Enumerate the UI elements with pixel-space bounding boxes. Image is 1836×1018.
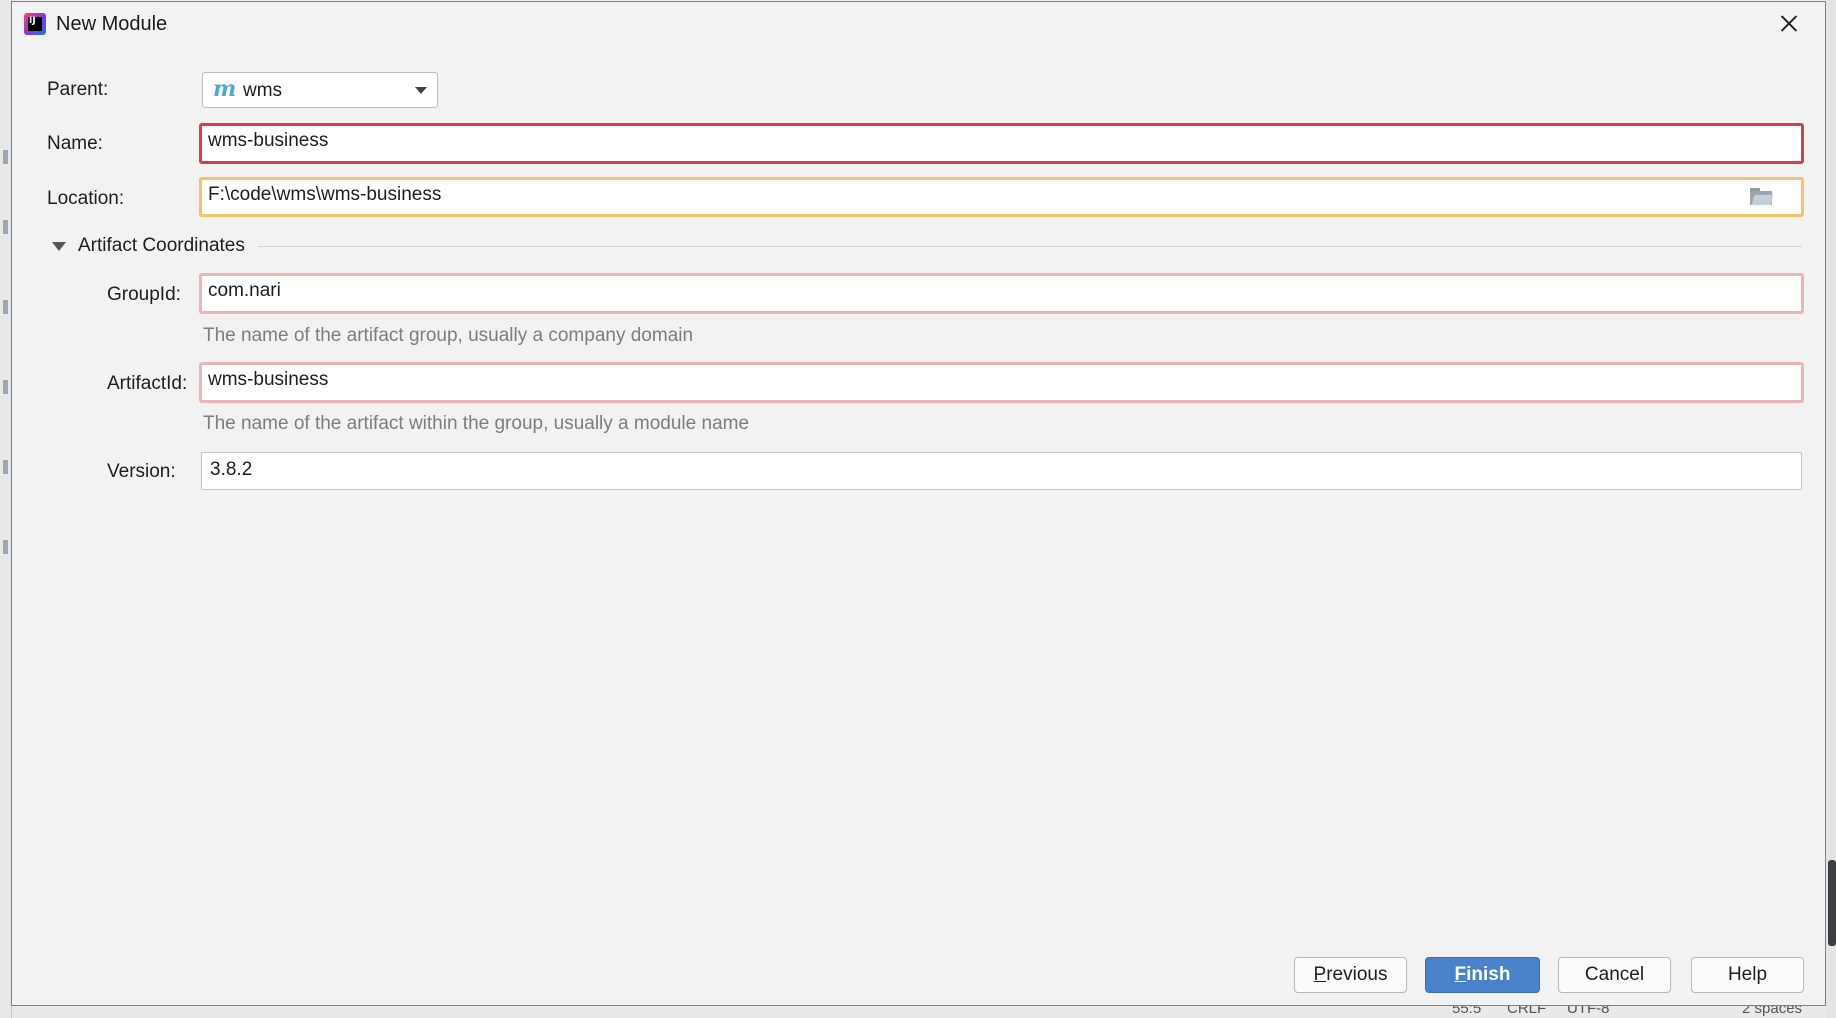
help-button[interactable]: Help [1691,957,1804,993]
chevron-down-icon [415,87,427,94]
groupid-hint: The name of the artifact group, usually … [203,325,694,346]
dialog-title: New Module [56,13,168,35]
status-line-col[interactable]: 55:5 [1452,1006,1481,1017]
background-marker [3,300,8,314]
new-module-dialog: New Module Parent: m wms Name: wms-busin… [11,1,1826,1006]
folder-icon[interactable] [1750,188,1774,205]
background-scrollbar[interactable] [1828,860,1836,946]
background-marker [3,540,8,554]
background-marker [3,380,8,394]
maven-icon: m [213,76,237,102]
parent-label: Parent: [47,79,109,100]
background-marker [3,460,8,474]
artifact-coordinates-title[interactable]: Artifact Coordinates [78,235,245,257]
previous-mnemonic: P [1313,964,1327,985]
artifactid-label: ArtifactId: [107,373,188,394]
background-marker [3,150,8,164]
close-icon[interactable] [1775,10,1803,38]
previous-label: revious [1326,964,1388,985]
finish-mnemonic: F [1454,964,1467,985]
artifactid-hint: The name of the artifact within the grou… [203,413,750,434]
version-label: Version: [107,461,176,482]
status-encoding[interactable]: UTF-8 [1567,1006,1610,1017]
finish-button[interactable]: Finish [1425,957,1540,993]
location-label: Location: [47,188,125,209]
intellij-icon [24,13,46,35]
previous-button[interactable]: Previous [1294,957,1407,993]
status-line-separator[interactable]: CRLF [1507,1006,1546,1017]
section-divider [258,246,1802,247]
groupid-label: GroupId: [107,284,181,305]
version-input[interactable]: 3.8.2 [201,452,1802,490]
cancel-button[interactable]: Cancel [1558,957,1671,993]
background-marker [3,220,8,234]
finish-label: inish [1466,964,1511,985]
dialog-title-bar: New Module [12,2,1825,46]
background-status-bar: 55:5 CRLF UTF-8 2 spaces [12,1006,1826,1018]
artifactid-input[interactable]: wms-business [199,362,1804,403]
parent-select[interactable]: m wms [202,72,438,108]
status-indent[interactable]: 2 spaces [1742,1006,1802,1017]
background-ide-right-panel [1826,0,1836,1018]
parent-select-value: wms [243,80,283,101]
name-label: Name: [47,133,103,154]
name-input[interactable]: wms-business [199,123,1804,164]
collapse-arrow-icon[interactable] [52,242,66,251]
groupid-input[interactable]: com.nari [199,273,1804,314]
location-input[interactable]: F:\code\wms\wms-business [199,177,1804,217]
